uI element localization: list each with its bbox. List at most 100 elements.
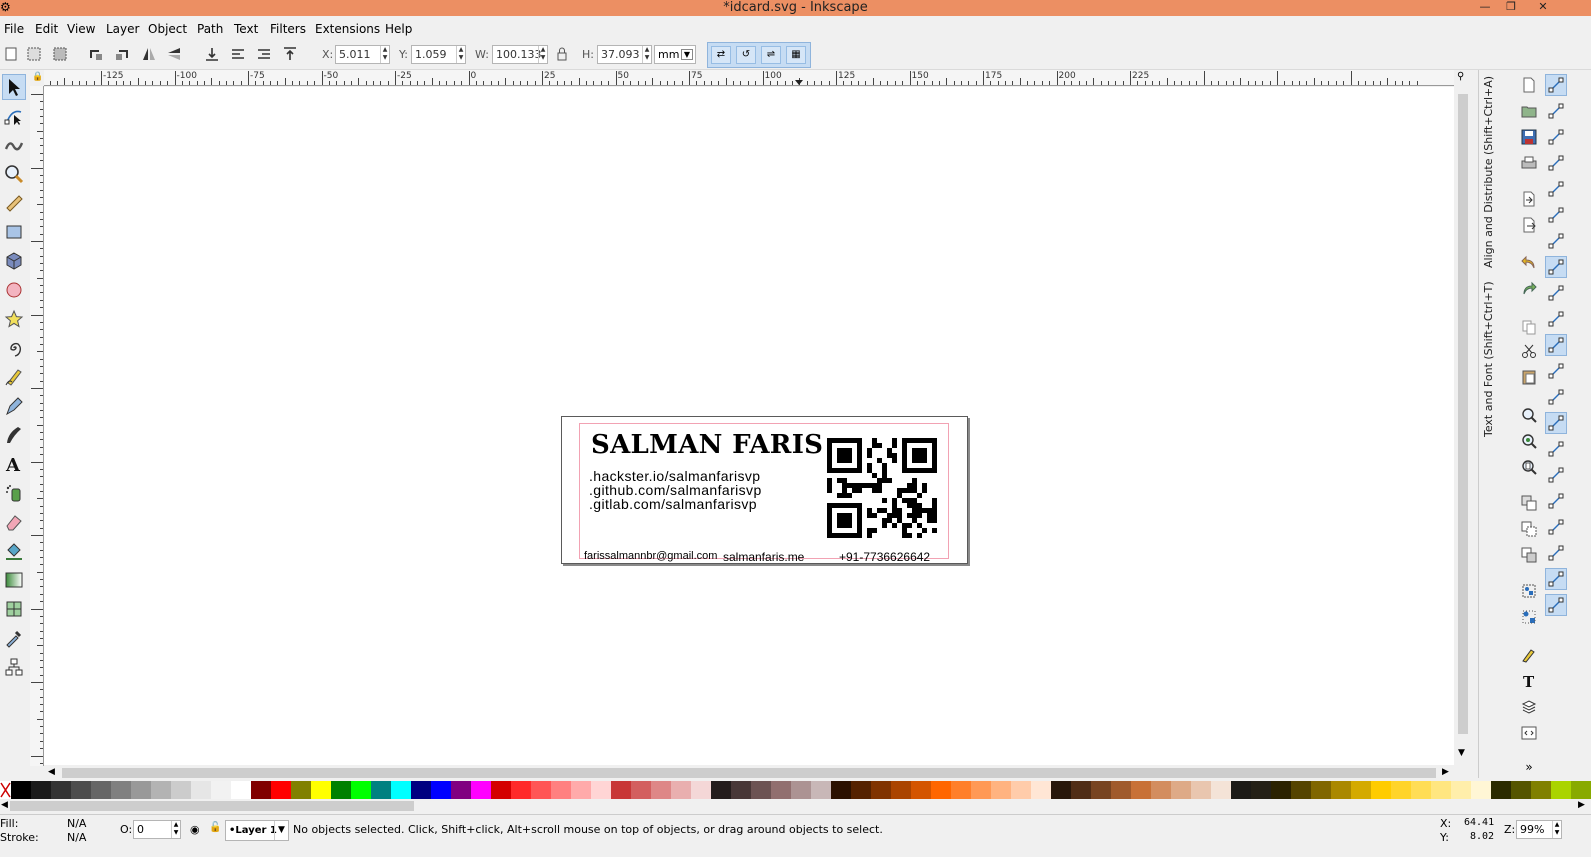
snap-toggle-icon[interactable] (1545, 334, 1567, 356)
pen-tool-icon[interactable] (2, 393, 26, 419)
zoom-corner-icon[interactable]: ⚲ (1457, 71, 1464, 82)
dropper-tool-icon[interactable] (2, 625, 26, 651)
snap-toggle-icon[interactable] (1545, 282, 1567, 304)
scale-corners-toggle[interactable]: ↺ (736, 46, 756, 64)
x-spinner-arrows[interactable]: ▲ ▼ (380, 46, 389, 63)
snap-toggle-icon[interactable] (1545, 464, 1567, 486)
export-icon[interactable] (1518, 214, 1540, 236)
vertical-scrollbar[interactable]: ⚲ ▼ (1455, 70, 1471, 766)
color-swatch[interactable] (1431, 781, 1451, 799)
color-swatch[interactable] (451, 781, 471, 799)
color-swatch[interactable] (1451, 781, 1471, 799)
tab-align-and-distribute[interactable]: Align and Distribute (Shift+Ctrl+A) (1482, 76, 1495, 268)
color-swatch[interactable] (251, 781, 271, 799)
color-swatch[interactable] (111, 781, 131, 799)
color-swatch[interactable] (1011, 781, 1031, 799)
save-document-icon[interactable] (1518, 126, 1540, 148)
color-swatch[interactable] (1571, 781, 1591, 799)
flip-vertical-icon[interactable] (164, 44, 184, 64)
tab-text-and-font[interactable]: Text and Font (Shift+Ctrl+T) (1482, 281, 1495, 437)
menu-text[interactable]: Text (234, 21, 258, 37)
unlink-clone-icon[interactable] (1518, 544, 1540, 566)
gradient-tool-icon[interactable] (2, 567, 26, 593)
xml-editor-icon[interactable] (1518, 722, 1540, 744)
node-tool-icon[interactable] (2, 103, 26, 129)
color-swatch[interactable] (571, 781, 591, 799)
color-swatch[interactable] (711, 781, 731, 799)
color-swatch[interactable] (1291, 781, 1311, 799)
menu-view[interactable]: View (67, 21, 95, 37)
horizontal-ruler[interactable]: -125 -100 -75 -50 -25 0 25 50 75 100 125 150 175 200 2… (44, 70, 1454, 86)
color-swatch[interactable] (1391, 781, 1411, 799)
color-swatch[interactable] (511, 781, 531, 799)
spiral-tool-icon[interactable] (2, 335, 26, 361)
ruler-corner-lock-icon[interactable]: 🔒 (32, 72, 43, 84)
zoom-tool-icon[interactable] (2, 161, 26, 187)
snap-toggle-icon[interactable] (1545, 412, 1567, 434)
snap-toggle-icon[interactable] (1545, 490, 1567, 512)
h-field[interactable]: 37.093 ▲ ▼ (597, 45, 652, 64)
snap-toggle-icon[interactable] (1545, 438, 1567, 460)
clone-icon[interactable] (1518, 518, 1540, 540)
card-phone-text[interactable]: +91-7736626642 (839, 550, 930, 564)
scroll-left-arrow-icon[interactable]: ◀ (48, 767, 55, 777)
snap-toggle-icon[interactable] (1545, 542, 1567, 564)
color-swatch[interactable] (11, 781, 31, 799)
color-swatch[interactable] (51, 781, 71, 799)
color-swatch[interactable] (1251, 781, 1271, 799)
color-swatch[interactable] (211, 781, 231, 799)
no-paint-swatch[interactable] (0, 781, 11, 799)
lower-icon[interactable] (228, 44, 248, 64)
color-swatch[interactable] (31, 781, 51, 799)
redo-icon[interactable] (1518, 278, 1540, 300)
menu-layer[interactable]: Layer (106, 21, 139, 37)
color-swatch[interactable] (911, 781, 931, 799)
color-swatch[interactable] (671, 781, 691, 799)
menu-extensions[interactable]: Extensions (315, 21, 380, 37)
rotate-ccw-icon[interactable] (86, 44, 106, 64)
palette-scroll-right-arrow-icon[interactable]: ▶ (1578, 800, 1585, 810)
ungroup-icon[interactable] (1518, 606, 1540, 628)
color-swatch[interactable] (151, 781, 171, 799)
color-swatch[interactable] (471, 781, 491, 799)
card-link-gitlab[interactable]: .gitlab.com/salmanfarisvp (589, 496, 757, 512)
color-swatch[interactable] (1371, 781, 1391, 799)
drawing-canvas[interactable]: SALMAN FARIS .hackster.io/salmanfarisvp … (44, 87, 1454, 765)
color-swatch[interactable] (591, 781, 611, 799)
color-swatch[interactable] (431, 781, 451, 799)
color-swatch[interactable] (991, 781, 1011, 799)
menu-path[interactable]: Path (197, 21, 223, 37)
snap-toggle-icon[interactable] (1545, 568, 1567, 590)
menu-filters[interactable]: Filters (270, 21, 306, 37)
menu-edit[interactable]: Edit (35, 21, 58, 37)
color-swatch[interactable] (91, 781, 111, 799)
color-swatch[interactable] (1091, 781, 1111, 799)
opacity-spinner-arrows[interactable]: ▲ ▼ (171, 821, 180, 838)
color-swatch[interactable] (531, 781, 551, 799)
palette-scrollbar-thumb[interactable] (10, 801, 414, 811)
paste-icon[interactable] (1518, 366, 1540, 388)
color-swatch[interactable] (1471, 781, 1491, 799)
w-field[interactable]: 100.133 ▲ ▼ (492, 45, 548, 64)
color-swatch[interactable] (1191, 781, 1211, 799)
color-swatch[interactable] (851, 781, 871, 799)
undo-icon[interactable] (1518, 252, 1540, 274)
deselect-icon[interactable] (50, 44, 70, 64)
zoom-page-icon[interactable] (1518, 456, 1540, 478)
color-swatch[interactable] (951, 781, 971, 799)
flip-horizontal-icon[interactable] (139, 44, 159, 64)
rectangle-tool-icon[interactable] (2, 219, 26, 245)
h-spinner-arrows[interactable]: ▲ ▼ (642, 46, 651, 63)
color-swatch[interactable] (191, 781, 211, 799)
color-swatch[interactable] (1111, 781, 1131, 799)
color-swatch[interactable] (891, 781, 911, 799)
color-swatch[interactable] (71, 781, 91, 799)
print-icon[interactable] (1518, 152, 1540, 174)
y-field[interactable]: 1.059 ▲ ▼ (411, 45, 466, 64)
cut-icon[interactable] (1518, 340, 1540, 362)
color-swatch[interactable] (1271, 781, 1291, 799)
zoom-spinner-arrows[interactable]: ▲ ▼ (1552, 821, 1561, 838)
more-commands-icon[interactable]: » (1518, 756, 1540, 778)
color-swatch[interactable] (351, 781, 371, 799)
color-swatch[interactable] (1031, 781, 1051, 799)
